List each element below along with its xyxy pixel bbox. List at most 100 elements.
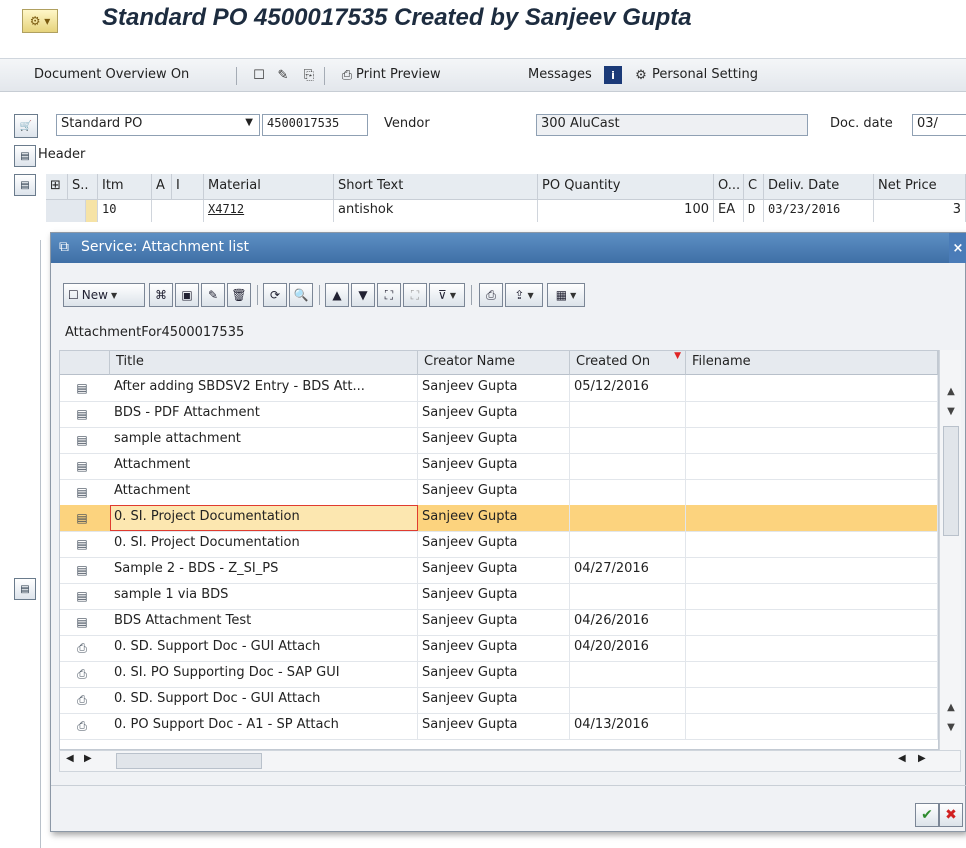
column-header[interactable]: Net Price: [874, 174, 966, 200]
scroll-right-icon[interactable]: ▶: [84, 753, 92, 764]
attachment-title[interactable]: BDS Attachment Test: [110, 609, 418, 635]
scroll-thumb[interactable]: [116, 753, 262, 769]
scroll-left-icon[interactable]: ◀: [66, 753, 74, 764]
attachment-row[interactable]: ▤ sample attachment Sanjeev Gupta: [60, 427, 938, 454]
attachment-created-on[interactable]: 04/26/2016: [570, 609, 686, 635]
pencil-icon[interactable]: ✎: [201, 283, 225, 307]
attachment-filename[interactable]: [686, 661, 938, 687]
attachment-created-on[interactable]: [570, 583, 686, 609]
attachment-title[interactable]: 0. PO Support Doc - A1 - SP Attach: [110, 713, 418, 739]
column-header-creator[interactable]: Creator Name: [418, 351, 570, 375]
refresh-icon[interactable]: ⟳: [263, 283, 287, 307]
attachment-row[interactable]: ⎙ 0. SI. PO Supporting Doc - SAP GUI Sanje…: [60, 661, 938, 688]
scroll-up-icon[interactable]: ▲: [942, 382, 960, 400]
row-selector[interactable]: [46, 200, 86, 222]
column-header[interactable]: I: [172, 174, 204, 200]
attachment-created-on[interactable]: [570, 687, 686, 713]
item-cell[interactable]: [152, 200, 204, 222]
scroll-down-icon[interactable]: ▼: [942, 402, 960, 420]
net-price-field[interactable]: 3: [874, 200, 966, 222]
po-number-field[interactable]: 4500017535: [262, 114, 368, 136]
attachment-title[interactable]: BDS - PDF Attachment: [110, 401, 418, 427]
scroll-left-icon[interactable]: ◀: [898, 753, 906, 764]
attachment-filename[interactable]: [686, 505, 938, 531]
vertical-scrollbar[interactable]: ▲ ▼ ▲ ▼: [939, 350, 961, 750]
attachment-created-on[interactable]: [570, 505, 686, 531]
attachment-filename[interactable]: [686, 687, 938, 713]
quantity-field[interactable]: 100: [538, 200, 714, 222]
attachment-title[interactable]: Sample 2 - BDS - Z_SI_PS: [110, 557, 418, 583]
column-header[interactable]: Material: [204, 174, 334, 200]
column-header[interactable]: Itm: [98, 174, 152, 200]
details-icon[interactable]: 🔍: [289, 283, 313, 307]
attachment-creator[interactable]: Sanjeev Gupta: [418, 635, 570, 661]
attachment-creator[interactable]: Sanjeev Gupta: [418, 661, 570, 687]
attachment-title[interactable]: After adding SBDSV2 Entry - BDS Att...: [110, 375, 418, 401]
attachment-creator[interactable]: Sanjeev Gupta: [418, 609, 570, 635]
attachment-row[interactable]: ⎙ 0. PO Support Doc - A1 - SP Attach Sanje…: [60, 713, 938, 740]
material-field[interactable]: X4712: [204, 200, 334, 222]
attachment-creator[interactable]: Sanjeev Gupta: [418, 583, 570, 609]
attachment-row[interactable]: ▤ Attachment Sanjeev Gupta: [60, 453, 938, 480]
attachment-creator[interactable]: Sanjeev Gupta: [418, 505, 570, 531]
column-header[interactable]: Short Text: [334, 174, 538, 200]
delete-icon[interactable]: 🗑: [227, 283, 251, 307]
short-text-field[interactable]: antishok: [334, 200, 538, 222]
column-header[interactable]: A: [152, 174, 172, 200]
attachment-title[interactable]: 0. SD. Support Doc - GUI Attach: [110, 635, 418, 661]
attachment-creator[interactable]: Sanjeev Gupta: [418, 531, 570, 557]
column-header[interactable]: S..: [68, 174, 98, 200]
print-icon[interactable]: ⎙: [479, 283, 503, 307]
attachment-filename[interactable]: [686, 609, 938, 635]
attachment-filename[interactable]: [686, 375, 938, 401]
attachment-creator[interactable]: Sanjeev Gupta: [418, 687, 570, 713]
attachment-created-on[interactable]: [570, 401, 686, 427]
collapse-items-icon[interactable]: ▤: [14, 174, 36, 196]
column-header-created-on[interactable]: Created On ▼: [570, 351, 686, 375]
print-preview-button[interactable]: Print Preview: [356, 67, 441, 82]
scroll-up-icon[interactable]: ▲: [942, 698, 960, 716]
attachment-title[interactable]: 0. SI. Project Documentation: [110, 531, 418, 557]
attachment-row[interactable]: ▤ Attachment Sanjeev Gupta: [60, 479, 938, 506]
attachment-created-on[interactable]: 04/27/2016: [570, 557, 686, 583]
attachment-title[interactable]: Attachment: [110, 453, 418, 479]
confirm-button[interactable]: ✔: [915, 803, 939, 827]
attachment-created-on[interactable]: [570, 427, 686, 453]
attachment-title[interactable]: 0. SI. PO Supporting Doc - SAP GUI: [110, 661, 418, 687]
sort-descending-icon[interactable]: ▼: [351, 283, 375, 307]
attachment-creator[interactable]: Sanjeev Gupta: [418, 427, 570, 453]
attachment-filename[interactable]: [686, 401, 938, 427]
attachment-title[interactable]: 0. SI. Project Documentation: [110, 505, 418, 531]
attachment-filename[interactable]: [686, 583, 938, 609]
new-document-icon[interactable]: ☐: [250, 66, 268, 84]
attachment-row[interactable]: ⎙ 0. SD. Support Doc - GUI Attach Sanjeev …: [60, 635, 938, 662]
column-header[interactable]: O...: [714, 174, 744, 200]
export-icon[interactable]: ⇪ ▼: [505, 283, 543, 307]
attachment-row[interactable]: ▤ 0. SI. Project Documentation Sanjeev Gup…: [60, 531, 938, 558]
column-header-filename[interactable]: Filename: [686, 351, 938, 375]
item-detail-icon[interactable]: ▤: [14, 578, 36, 600]
attachment-creator[interactable]: Sanjeev Gupta: [418, 401, 570, 427]
other-purchasing-document-icon[interactable]: ⎘: [300, 66, 318, 84]
delivery-date-field[interactable]: 03/23/2016: [764, 200, 874, 222]
attachment-filename[interactable]: [686, 635, 938, 661]
document-overview-button[interactable]: Document Overview On: [34, 67, 189, 82]
column-header-title[interactable]: Title: [110, 351, 418, 375]
glasses-icon[interactable]: ⌘: [149, 283, 173, 307]
close-icon[interactable]: ×: [949, 233, 966, 263]
attachment-created-on[interactable]: [570, 531, 686, 557]
attachment-row[interactable]: ⎙ 0. SD. Support Doc - GUI Attach Sanjeev …: [60, 687, 938, 714]
doc-date-field[interactable]: 03/: [912, 114, 966, 136]
attachment-creator[interactable]: Sanjeev Gupta: [418, 557, 570, 583]
date-category-field[interactable]: D: [744, 200, 764, 222]
cancel-button[interactable]: ✖: [939, 803, 963, 827]
attachment-filename[interactable]: [686, 479, 938, 505]
messages-button[interactable]: Messages: [528, 67, 592, 82]
attachment-row[interactable]: ▤ 0. SI. Project Documentation Sanjeev Gup…: [60, 505, 938, 532]
shopping-cart-icon[interactable]: 🛒: [14, 114, 38, 138]
info-icon[interactable]: i: [604, 66, 622, 84]
attachment-created-on[interactable]: [570, 453, 686, 479]
attachment-filename[interactable]: [686, 531, 938, 557]
sort-ascending-icon[interactable]: ▲: [325, 283, 349, 307]
item-number[interactable]: 10: [98, 200, 152, 222]
